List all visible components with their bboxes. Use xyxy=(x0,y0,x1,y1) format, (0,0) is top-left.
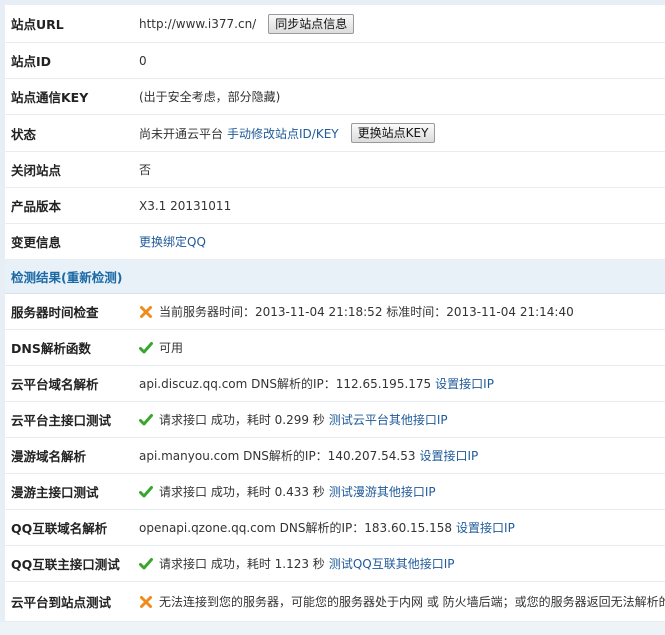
check-action-link[interactable]: 测试云平台其他接口IP xyxy=(329,411,448,428)
check-value-cell: 无法连接到您的服务器，可能您的服务器处于内网 或 防火墙后端；或您的服务器返回无… xyxy=(139,582,665,621)
check-action-link[interactable]: 设置接口IP xyxy=(456,519,515,536)
check-value-cell: openapi.qzone.qq.com DNS解析的IP：183.60.15.… xyxy=(139,510,515,545)
product-version-label: 产品版本 xyxy=(11,199,62,214)
row-product-version: 产品版本 X3.1 20131011 xyxy=(5,188,665,224)
check-icon xyxy=(139,341,153,355)
check-row: QQ互联主接口测试 请求接口 成功，耗时 1.123 秒测试QQ互联其他接口IP xyxy=(5,546,665,582)
check-icon xyxy=(139,557,153,571)
check-row: 服务器时间检查 当前服务器时间：2013-11-04 21:18:52 标准时间：… xyxy=(5,294,665,330)
row-status: 状态 尚未开通云平台 手动修改站点ID/KEY 更换站点KEY xyxy=(5,115,665,152)
check-action-link[interactable]: 测试漫游其他接口IP xyxy=(329,483,436,500)
site-closed-label: 关闭站点 xyxy=(11,163,62,178)
check-value-cell: api.manyou.com DNS解析的IP：140.207.54.53 设置接… xyxy=(139,438,478,473)
rebind-qq-link[interactable]: 更换绑定QQ xyxy=(139,233,206,250)
check-row: QQ互联域名解析 openapi.qzone.qq.com DNS解析的IP：18… xyxy=(5,510,665,546)
check-label: DNS解析函数 xyxy=(11,341,91,356)
cloud-diagnostics-panel: 站点URL http://www.i377.cn/ 同步站点信息 站点ID 0 … xyxy=(0,0,665,635)
change-info-value-cell: 更换绑定QQ xyxy=(139,224,206,259)
row-site-url: 站点URL http://www.i377.cn/ 同步站点信息 xyxy=(5,5,665,43)
row-site-key: 站点通信KEY (出于安全考虑，部分隐藏) xyxy=(5,79,665,115)
check-value-cell: 可用 xyxy=(139,330,183,365)
cross-icon xyxy=(139,305,153,319)
site-key-label: 站点通信KEY xyxy=(11,90,89,105)
check-label: 漫游域名解析 xyxy=(11,449,87,464)
check-results-title[interactable]: 检测结果(重新检测) xyxy=(11,260,122,293)
check-row: DNS解析函数 可用 xyxy=(5,330,665,366)
check-label: 服务器时间检查 xyxy=(11,305,99,320)
site-key-value: (出于安全考虑，部分隐藏) xyxy=(139,90,281,104)
check-action-link[interactable]: 测试QQ互联其他接口IP xyxy=(329,555,455,572)
check-row: 云平台域名解析 api.discuz.qq.com DNS解析的IP：112.65… xyxy=(5,366,665,402)
status-label: 状态 xyxy=(11,126,37,142)
check-result-text: 请求接口 成功，耗时 1.123 秒 xyxy=(159,557,325,571)
site-id-label: 站点ID xyxy=(11,54,52,69)
product-version-value: X3.1 20131011 xyxy=(139,198,232,213)
check-result-text: openapi.qzone.qq.com DNS解析的IP：183.60.15.… xyxy=(139,521,453,535)
change-site-key-button[interactable]: 更换站点KEY xyxy=(350,123,436,143)
check-value-cell: api.discuz.qq.com DNS解析的IP：112.65.195.17… xyxy=(139,366,494,401)
check-row: 云平台到站点测试 无法连接到您的服务器，可能您的服务器处于内网 或 防火墙后端；或… xyxy=(5,582,665,622)
check-icon xyxy=(139,413,153,427)
check-results-header: 检测结果(重新检测) xyxy=(5,260,665,294)
check-row: 漫游主接口测试 请求接口 成功，耗时 0.433 秒测试漫游其他接口IP xyxy=(5,474,665,510)
check-label: QQ互联主接口测试 xyxy=(11,557,120,572)
cross-icon xyxy=(139,595,153,609)
check-row: 漫游域名解析 api.manyou.com DNS解析的IP：140.207.54… xyxy=(5,438,665,474)
check-label: 云平台域名解析 xyxy=(11,377,99,392)
check-value-cell: 请求接口 成功，耗时 0.433 秒测试漫游其他接口IP xyxy=(139,474,436,509)
row-change-info: 变更信息 更换绑定QQ xyxy=(5,224,665,260)
check-value-cell: 请求接口 成功，耗时 0.299 秒测试云平台其他接口IP xyxy=(139,402,448,437)
edit-site-id-key-link[interactable]: 手动修改站点ID/KEY xyxy=(227,125,339,142)
check-result-text: api.discuz.qq.com DNS解析的IP：112.65.195.17… xyxy=(139,377,432,391)
check-value-cell: 请求接口 成功，耗时 1.123 秒测试QQ互联其他接口IP xyxy=(139,546,454,581)
check-result-text: 可用 xyxy=(159,341,184,355)
site-url-value: http://www.i377.cn/ xyxy=(139,16,257,31)
row-site-closed: 关闭站点 否 xyxy=(5,152,665,188)
site-id-value: 0 xyxy=(139,53,147,68)
sync-site-info-button[interactable]: 同步站点信息 xyxy=(268,13,355,34)
check-label: 云平台主接口测试 xyxy=(11,413,112,428)
check-result-text: 请求接口 成功，耗时 0.433 秒 xyxy=(159,485,325,499)
check-label: QQ互联域名解析 xyxy=(11,521,108,536)
site-closed-value: 否 xyxy=(139,163,152,177)
check-value-cell: 当前服务器时间：2013-11-04 21:18:52 标准时间：2013-11… xyxy=(139,294,574,329)
check-action-link[interactable]: 设置接口IP xyxy=(419,447,478,464)
change-info-label: 变更信息 xyxy=(11,235,62,250)
check-label: 漫游主接口测试 xyxy=(11,485,99,500)
check-result-text: 请求接口 成功，耗时 0.299 秒 xyxy=(159,413,325,427)
site-url-label: 站点URL xyxy=(11,17,64,32)
check-icon xyxy=(139,485,153,499)
check-label: 云平台到站点测试 xyxy=(11,595,112,610)
status-value: 尚未开通云平台 xyxy=(139,126,224,141)
panel-bottom-border xyxy=(0,622,665,635)
check-result-text: 当前服务器时间：2013-11-04 21:18:52 标准时间：2013-11… xyxy=(159,305,574,319)
check-row: 云平台主接口测试 请求接口 成功，耗时 0.299 秒测试云平台其他接口IP xyxy=(5,402,665,438)
check-result-text: 无法连接到您的服务器，可能您的服务器处于内网 或 防火墙后端；或您的服务器返回无… xyxy=(159,595,665,609)
site-url-value-cell: http://www.i377.cn/ 同步站点信息 xyxy=(139,5,355,42)
status-value-cell: 尚未开通云平台 手动修改站点ID/KEY 更换站点KEY xyxy=(139,115,436,151)
row-site-id: 站点ID 0 xyxy=(5,43,665,79)
check-result-text: api.manyou.com DNS解析的IP：140.207.54.53 xyxy=(139,449,416,463)
check-action-link[interactable]: 设置接口IP xyxy=(435,375,494,392)
